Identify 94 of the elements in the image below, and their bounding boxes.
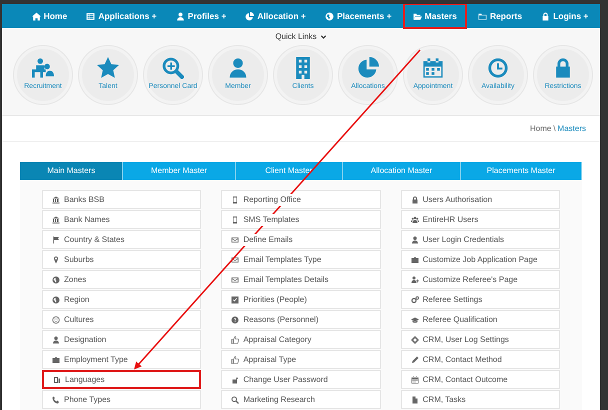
master-link[interactable]: Marketing Research bbox=[221, 390, 381, 409]
pencil-icon bbox=[410, 356, 419, 364]
lock-icon bbox=[410, 196, 419, 204]
folder-open-icon bbox=[412, 12, 422, 20]
thumbs-up-icon bbox=[231, 336, 240, 344]
map-pin-icon bbox=[52, 256, 60, 264]
calendar-icon bbox=[422, 57, 444, 80]
envelope-icon bbox=[231, 276, 240, 284]
globe-icon bbox=[52, 276, 60, 284]
breadcrumb-current: Masters bbox=[558, 122, 586, 134]
master-link[interactable]: Email Templates Type bbox=[221, 250, 381, 269]
nav-link[interactable]: Allocation + bbox=[239, 5, 312, 27]
calendar-icon bbox=[410, 376, 419, 384]
briefcase-icon bbox=[410, 256, 419, 264]
master-link[interactable]: Banks BSB bbox=[42, 190, 202, 209]
master-link[interactable]: Cultures bbox=[42, 310, 202, 329]
master-link[interactable]: EntireHR Users bbox=[400, 210, 560, 229]
document-icon bbox=[53, 376, 61, 384]
master-link[interactable]: Customize Referee's Page bbox=[400, 270, 560, 289]
breadcrumb-separator: \ bbox=[553, 122, 556, 134]
nav-link[interactable]: Reports bbox=[472, 5, 528, 27]
graduation-cap-icon bbox=[410, 316, 419, 324]
master-link[interactable]: Referee Settings bbox=[400, 290, 560, 309]
user-icon bbox=[52, 336, 60, 344]
clock-icon bbox=[487, 57, 509, 80]
file-icon bbox=[410, 396, 419, 404]
globe-icon bbox=[324, 12, 334, 20]
master-link[interactable]: Zones bbox=[42, 270, 202, 289]
thumbs-up-icon bbox=[231, 356, 240, 364]
user-icon bbox=[410, 236, 419, 244]
chevron-down-icon bbox=[320, 34, 327, 40]
folder-icon bbox=[478, 12, 487, 20]
master-link[interactable]: CRM, Tasks bbox=[400, 390, 560, 409]
bank-icon bbox=[52, 196, 60, 204]
question-icon bbox=[231, 316, 240, 324]
mobile-phone-icon bbox=[231, 196, 240, 204]
master-link[interactable]: Bank Names bbox=[42, 210, 202, 229]
master-link[interactable]: CRM, Contact Method bbox=[400, 350, 560, 369]
master-link[interactable]: Country & States bbox=[42, 230, 202, 249]
user-icon bbox=[227, 57, 249, 80]
list-icon bbox=[86, 12, 96, 20]
pie-chart-icon bbox=[245, 12, 254, 20]
person-at-desk-icon bbox=[32, 57, 54, 80]
phone-icon bbox=[52, 396, 60, 404]
nav-link[interactable]: Masters bbox=[404, 5, 465, 27]
nav-link[interactable]: Placements + bbox=[318, 5, 398, 27]
envelope-icon bbox=[231, 236, 240, 244]
master-link[interactable]: Languages bbox=[42, 370, 202, 389]
master-link[interactable]: Designation bbox=[42, 330, 202, 349]
master-link[interactable]: Region bbox=[42, 290, 202, 309]
users-icon bbox=[410, 216, 419, 224]
bank-icon bbox=[52, 216, 60, 224]
master-link[interactable]: Reporting Office bbox=[221, 190, 381, 209]
nav-link[interactable]: Home bbox=[26, 5, 74, 27]
master-link[interactable]: User Login Credentials bbox=[400, 230, 560, 249]
master-link[interactable]: Define Emails bbox=[221, 230, 381, 249]
tab[interactable]: Main Masters bbox=[20, 162, 124, 180]
master-link[interactable]: Employment Type bbox=[42, 350, 202, 369]
smiley-icon bbox=[52, 316, 60, 324]
envelope-icon bbox=[231, 256, 240, 264]
star-icon bbox=[97, 57, 119, 80]
nav-link[interactable]: Applications + bbox=[80, 5, 163, 27]
master-link[interactable]: Email Templates Details bbox=[221, 270, 381, 289]
master-link[interactable]: Appraisal Category bbox=[221, 330, 381, 349]
master-link[interactable]: CRM, Contact Outcome bbox=[400, 370, 560, 389]
master-link[interactable]: Phone Types bbox=[42, 390, 202, 409]
pie-chart-icon bbox=[357, 57, 379, 80]
lock-icon bbox=[541, 12, 550, 20]
zoom-in-icon bbox=[162, 57, 184, 80]
quick-links-toggle[interactable]: Quick Links bbox=[275, 31, 327, 43]
flag-icon bbox=[52, 236, 60, 244]
master-link[interactable]: Appraisal Type bbox=[221, 350, 381, 369]
master-link[interactable]: Customize Job Application Page bbox=[400, 250, 560, 269]
user-icon bbox=[176, 12, 185, 20]
mobile-phone-icon bbox=[231, 216, 240, 224]
master-link[interactable]: Priorities (People) bbox=[221, 290, 381, 309]
search-icon bbox=[231, 396, 240, 404]
gears-icon bbox=[410, 296, 419, 304]
user-plus-icon bbox=[410, 276, 419, 284]
master-link[interactable]: Reasons (Personnel) bbox=[221, 310, 381, 329]
briefcase-icon bbox=[52, 356, 60, 364]
master-link[interactable]: Users Authorisation bbox=[400, 190, 560, 209]
checkbox-icon bbox=[231, 296, 240, 304]
unlocked-lock-icon bbox=[231, 376, 240, 384]
nav-link[interactable]: Profiles + bbox=[170, 5, 232, 27]
nav-link[interactable]: Logins + bbox=[535, 5, 594, 27]
breadcrumb-link[interactable]: Home bbox=[530, 122, 552, 134]
master-link[interactable]: Referee Qualification bbox=[400, 310, 560, 329]
home-icon bbox=[32, 12, 41, 20]
master-link[interactable]: SMS Templates bbox=[221, 210, 381, 229]
master-link[interactable]: Change User Password bbox=[221, 370, 381, 389]
master-link[interactable]: CRM, User Log Settings bbox=[400, 330, 560, 349]
globe-icon bbox=[52, 296, 60, 304]
master-link[interactable]: Suburbs bbox=[42, 250, 202, 269]
